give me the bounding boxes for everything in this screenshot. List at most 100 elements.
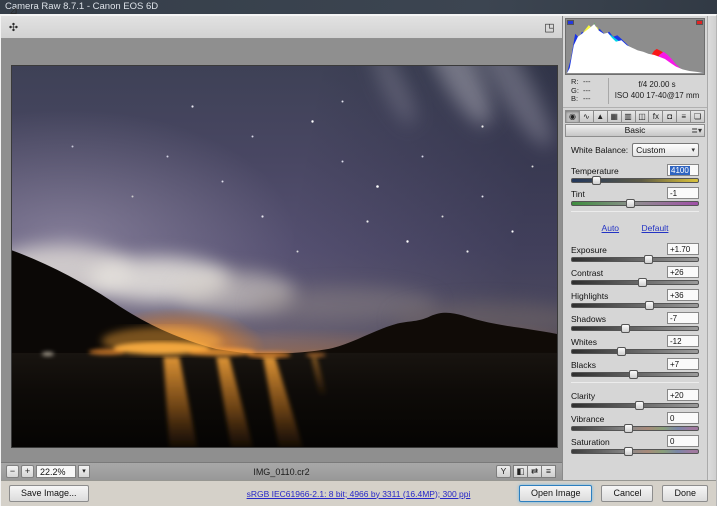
tab-tone-curve[interactable]: ∿ [579,110,594,123]
histogram[interactable] [565,18,705,75]
clarity-slider[interactable] [571,403,699,408]
workflow-options-link[interactable]: sRGB IEC61966-2.1: 8 bit; 4966 by 3311 (… [247,489,471,499]
contrast-value-field[interactable]: +26 [667,266,699,278]
white-balance-value: Custom [636,145,691,155]
temperature-label: Temperature [571,166,619,176]
whites-slider-thumb[interactable] [617,347,626,356]
blacks-slider[interactable] [571,372,699,377]
white-balance-label: White Balance: [571,145,628,155]
tab-hsl-grayscale[interactable]: ▦ [607,110,622,123]
temperature-value-field[interactable]: 4100 [667,164,699,176]
blacks-value-field[interactable]: +7 [667,358,699,370]
filename-label: IMG_0110.cr2 [253,467,309,477]
vibrance-label: Vibrance [571,414,604,424]
highlights-slider-thumb[interactable] [645,301,654,310]
dialog-footer: Save Image... sRGB IEC61966-2.1: 8 bit; … [1,480,716,506]
basic-controls: White Balance: Custom ▾ Temperature4100T… [563,137,707,481]
contrast-slider[interactable] [571,280,699,285]
slider-row-clarity: Clarity +20 [571,389,699,408]
tint-label: Tint [571,189,585,199]
photo-canvas[interactable] [11,65,558,448]
shadows-label: Shadows [571,314,606,324]
tint-slider[interactable] [571,201,699,206]
straighten-tool-icon[interactable]: ⊿ [5,2,22,19]
spot-removal-tool-icon[interactable]: ✣ [5,19,22,36]
panel-title: Basic [625,125,646,135]
tab-effects[interactable]: fx [648,110,663,123]
adjustments-panel: R:--- G:--- B:--- f/4 20.00 s ISO 400 17… [563,16,716,480]
done-button[interactable]: Done [662,485,708,502]
shadows-slider[interactable] [571,326,699,331]
exposure-slider[interactable] [571,257,699,262]
b-value: --- [583,95,591,104]
slider-row-exposure: Exposure+1.70 [571,243,699,262]
tab-lens-corrections[interactable]: ◫ [635,110,650,123]
contrast-label: Contrast [571,268,603,278]
shadow-clipping-indicator[interactable] [567,20,574,25]
histogram-channel-white [567,24,703,73]
highlights-value-field[interactable]: +36 [667,289,699,301]
tab-snapshots[interactable]: ❏ [690,110,705,123]
preview-status-bar: − + 22.2% ▾ IMG_0110.cr2 Y ◧ ⇄ ≡ [1,462,562,480]
tint-slider-thumb[interactable] [626,199,635,208]
whites-slider[interactable] [571,349,699,354]
vibrance-slider-thumb[interactable] [624,424,633,433]
zoom-out-button[interactable]: − [6,465,19,478]
b-label: B: [571,95,583,104]
zoom-level-dropdown[interactable]: ▾ [78,465,90,478]
tab-split-toning[interactable]: ▥ [621,110,636,123]
blacks-label: Blacks [571,360,596,370]
whites-label: Whites [571,337,597,347]
highlights-slider[interactable] [571,303,699,308]
panel-scrollbar[interactable] [707,16,716,480]
window-titlebar: Camera Raw 8.7.1 - Canon EOS 6D [0,0,717,14]
saturation-slider-thumb[interactable] [624,447,633,456]
zoom-in-button[interactable]: + [21,465,34,478]
clarity-value-field[interactable]: +20 [667,389,699,401]
whites-value-field[interactable]: -12 [667,335,699,347]
window-title: Camera Raw 8.7.1 - Canon EOS 6D [5,1,158,12]
preview-options-button[interactable]: ≡ [541,465,556,478]
highlights-label: Highlights [571,291,608,301]
vibrance-slider[interactable] [571,426,699,431]
exposure-slider-thumb[interactable] [644,255,653,264]
blacks-slider-thumb[interactable] [629,370,638,379]
saturation-label: Saturation [571,437,610,447]
camera-raw-dialog: ⚲☛✒✜⊕◱⊿✣◉✐▤◯≡↺↻ ◳ [0,14,717,506]
panel-header: Basic ≣▾ [565,124,705,137]
shadows-slider-thumb[interactable] [621,324,630,333]
before-after-split-button[interactable]: ◧ [513,465,528,478]
shadows-value-field[interactable]: -7 [667,312,699,324]
chevron-down-icon: ▾ [691,146,695,154]
tab-basic[interactable]: ◉ [565,110,580,123]
swap-before-after-button[interactable]: ⇄ [527,465,542,478]
slider-row-saturation: Saturation 0 [571,435,699,454]
default-link[interactable]: Default [642,223,669,233]
panel-menu-icon[interactable]: ≣▾ [691,125,702,136]
tab-presets[interactable]: ≡ [676,110,691,123]
preview-mode-button[interactable]: Y [496,465,511,478]
open-image-button[interactable]: Open Image [519,485,593,502]
saturation-value-field[interactable]: 0 [667,435,699,447]
tint-value-field[interactable]: -1 [667,187,699,199]
saturation-slider[interactable] [571,449,699,454]
toolbar: ⚲☛✒✜⊕◱⊿✣◉✐▤◯≡↺↻ ◳ [1,16,562,39]
clarity-label: Clarity [571,391,595,401]
contrast-slider-thumb[interactable] [638,278,647,287]
divider [571,211,699,212]
cancel-button[interactable]: Cancel [601,485,653,502]
tab-camera-calibration[interactable]: ◘ [662,110,677,123]
clarity-slider-thumb[interactable] [635,401,644,410]
vibrance-value-field[interactable]: 0 [667,412,699,424]
white-balance-select[interactable]: Custom ▾ [632,143,699,157]
fullscreen-toggle-icon[interactable]: ◳ [541,19,558,36]
temperature-slider-thumb[interactable] [592,176,601,185]
slider-row-highlights: Highlights +36 [571,289,699,308]
slider-row-temperature: Temperature 4100 [571,164,699,183]
tab-detail[interactable]: ▲ [593,110,608,123]
temperature-slider[interactable] [571,178,699,183]
zoom-level-field[interactable]: 22.2% [36,465,76,478]
highlight-clipping-indicator[interactable] [696,20,703,25]
exposure-value-field[interactable]: +1.70 [667,243,699,255]
auto-link[interactable]: Auto [602,223,620,233]
